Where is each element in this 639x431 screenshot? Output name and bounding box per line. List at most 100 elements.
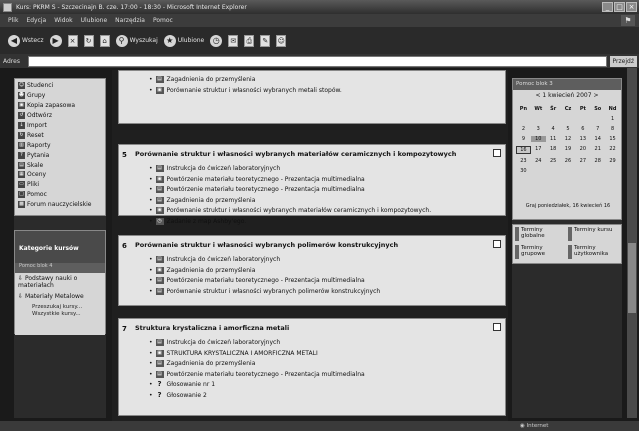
menu-help[interactable]: Pomoc — [153, 17, 173, 24]
maximize-icon[interactable]: □ — [614, 2, 625, 12]
admin-item[interactable]: ☺ Studenci — [18, 81, 102, 91]
resource-link[interactable]: • ▤ Porównanie struktur i własności wybran… — [149, 287, 380, 295]
minimize-icon[interactable]: _ — [602, 2, 613, 12]
calendar-day[interactable]: 30 — [516, 168, 531, 174]
edit-button[interactable]: ✎ — [260, 34, 271, 47]
messenger-button[interactable]: ☺ — [276, 34, 287, 47]
resource-link[interactable]: • ▣ Zagadnienia do przemyślenia — [149, 266, 255, 274]
calendar-day[interactable]: 28 — [590, 158, 605, 164]
resource-link[interactable]: • ▤ Instrukcja do ćwiczeń laboratoryjnych — [149, 165, 280, 172]
resource-link[interactable]: • ▤ Zagadnienia do przemyślenia — [149, 360, 255, 367]
home-button[interactable]: ⌂ — [99, 34, 110, 47]
legend-user[interactable]: Terminy użytkownika — [568, 245, 619, 261]
legend-global[interactable]: Terminy globalne — [515, 227, 566, 243]
calendar-day[interactable]: 20 — [575, 146, 590, 154]
mail-button[interactable]: ✉ — [228, 34, 239, 47]
calendar-day[interactable]: 24 — [531, 158, 546, 164]
close-icon[interactable]: × — [626, 2, 637, 12]
favorites-button[interactable]: ★ Ulubione — [163, 34, 204, 47]
calendar-day[interactable]: 3 — [531, 126, 546, 132]
calendar-day[interactable]: 17 — [531, 146, 546, 154]
calendar-day[interactable]: 23 — [516, 158, 531, 164]
calendar-day[interactable]: 2 — [516, 126, 531, 132]
all-courses-link[interactable]: Wszystkie kursy... — [18, 311, 102, 318]
calendar-day[interactable]: 21 — [590, 146, 605, 154]
back-button[interactable]: ◀ Wstecz — [8, 34, 44, 47]
admin-item[interactable]: □ Pomoc — [18, 190, 102, 200]
calendar-day[interactable]: 4 — [546, 126, 561, 132]
go-button[interactable]: Przejdź — [609, 55, 637, 67]
calendar-day[interactable]: 8 — [605, 126, 620, 132]
admin-item[interactable]: ☻ Grupy — [18, 91, 102, 101]
calendar-day[interactable]: 27 — [575, 158, 590, 164]
calendar-day[interactable]: 6 — [575, 126, 590, 132]
menu-edit[interactable]: Edycja — [26, 17, 46, 24]
highlight-topic-checkbox[interactable] — [493, 240, 501, 248]
admin-item[interactable]: ↻ Reset — [18, 130, 102, 140]
scrollbar-thumb[interactable] — [628, 243, 636, 313]
menu-favorites[interactable]: Ulubione — [81, 17, 108, 24]
calendar-month-nav[interactable]: < 1 kwiecień 2007 > — [513, 90, 621, 102]
admin-item[interactable]: ? Pytania — [18, 150, 102, 160]
calendar-day[interactable]: 22 — [605, 146, 620, 154]
menu-view[interactable]: Widok — [54, 17, 72, 24]
admin-item[interactable]: ▦ Oceny — [18, 170, 102, 180]
calendar-day[interactable]: 11 — [546, 136, 561, 142]
admin-item[interactable]: ▥ Raporty — [18, 140, 102, 150]
resource-link[interactable]: • ▤ Powtórzenie materiału teoretycznego - … — [149, 370, 365, 378]
calendar-day[interactable]: 1 — [605, 116, 620, 122]
menu-tools[interactable]: Narzędzia — [115, 17, 145, 24]
calendar-day[interactable]: 10 — [530, 136, 546, 142]
legend-group[interactable]: Terminy grupowe — [515, 245, 566, 261]
admin-item[interactable]: ▣ Kopia zapasowa — [18, 101, 102, 111]
print-button[interactable]: ⎙ — [244, 34, 255, 47]
legend-course[interactable]: Terminy kursu — [568, 227, 619, 243]
resource-link[interactable]: • ▣ Porównanie struktur i własności wybran… — [149, 86, 342, 94]
calendar-day[interactable]: 25 — [546, 158, 561, 164]
calendar-day[interactable]: 12 — [561, 136, 576, 142]
calendar-day[interactable]: 26 — [561, 158, 576, 164]
search-courses-link[interactable]: Przeszukaj kursy... — [18, 304, 102, 311]
categories-block: Kategorie kursów Pomoc blok 4 ⇩ Podstawy… — [14, 230, 106, 335]
resource-link[interactable]: • ▤ Powtórzenie materiału teoretycznego - … — [149, 277, 365, 284]
resource-link[interactable]: • ▣ STRUKTURA KRYSTALICZNA I AMORFICZNA ME… — [149, 349, 318, 357]
history-button[interactable]: ◷ — [210, 34, 223, 47]
admin-item[interactable]: ▤ Skale — [18, 160, 102, 170]
calendar-day[interactable]: 9 — [516, 136, 531, 142]
category-item[interactable]: ⇩ Podstawy nauki o materiałach — [18, 275, 102, 289]
category-item[interactable]: ⇩ Materiały Metalowe — [18, 293, 102, 300]
admin-item[interactable]: ▩ Forum nauczycielskie — [18, 200, 102, 210]
calendar-day[interactable]: 5 — [561, 126, 576, 132]
forward-button[interactable]: ▶ — [49, 34, 62, 47]
calendar-day[interactable]: 19 — [561, 146, 576, 154]
resource-link[interactable]: •? Głosowanie 2 — [149, 391, 207, 399]
resource-link[interactable]: • ▤ Instrukcja do ćwiczeń laboratoryjnych — [149, 339, 280, 346]
resource-link[interactable]: • ▤ Zagadnienia do przemyślenia — [149, 196, 255, 204]
resource-link[interactable]: • ▤ Zagadnienia do przemyślenia — [149, 76, 255, 83]
legend-swatch — [515, 227, 519, 241]
address-input[interactable] — [28, 55, 607, 67]
resource-link[interactable]: • ▣ Powtórzenie materiału teoretycznego - … — [149, 175, 365, 183]
resource-link[interactable]: • ▣ Porównanie struktur i własności wybran… — [149, 207, 431, 214]
resource-link[interactable]: • ▤ Instrukcja do ćwiczeń laboratoryjnych — [149, 256, 280, 263]
resource-link[interactable]: • ◷ Zadanie z map Ashby'ego. — [149, 217, 246, 225]
calendar-day[interactable]: 14 — [590, 136, 605, 142]
admin-item[interactable]: ▭ Pliki — [18, 180, 102, 190]
highlight-topic-checkbox[interactable] — [493, 323, 501, 331]
page-scrollbar[interactable] — [627, 68, 637, 418]
highlight-topic-checkbox[interactable] — [493, 149, 501, 157]
calendar-day[interactable]: 15 — [605, 136, 620, 142]
admin-item[interactable]: ↺ Odtwórz — [18, 111, 102, 121]
menu-file[interactable]: Plik — [8, 17, 18, 24]
search-button[interactable]: ⚲ Wyszukaj — [115, 34, 158, 47]
stop-button[interactable]: × — [67, 34, 78, 47]
calendar-day[interactable]: 29 — [605, 158, 620, 164]
resource-link[interactable]: • ▤ Powtórzenie materiału teoretycznego - … — [149, 186, 365, 193]
calendar-day[interactable]: 7 — [590, 126, 605, 132]
calendar-day[interactable]: 18 — [546, 146, 561, 154]
resource-link[interactable]: •? Głosowanie nr 1 — [149, 381, 215, 389]
admin-item[interactable]: ↓ Import — [18, 121, 102, 131]
refresh-button[interactable]: ↻ — [83, 34, 94, 47]
calendar-day[interactable]: 16 — [516, 146, 531, 154]
calendar-day[interactable]: 13 — [575, 136, 590, 142]
